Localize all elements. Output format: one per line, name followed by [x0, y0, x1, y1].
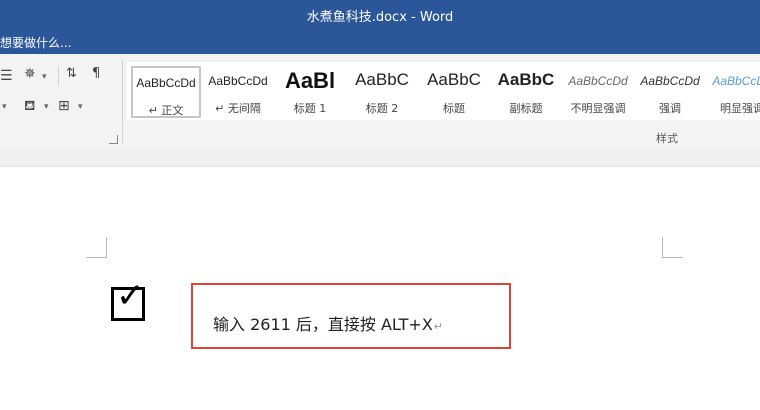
ribbon: ☰ ✵ ▾ ⇅ ¶ ▾ ⛾ ▾ ⊞ ▾ AaBbCcDd ↵ 正文 AaBbCcDd… — [0, 54, 760, 151]
style-item[interactable]: AaBl 标题 1 — [275, 66, 345, 118]
chevron-down-icon[interactable]: ▾ — [78, 102, 83, 112]
checkmark-icon: ✓ — [116, 276, 145, 316]
chinese-layout-icon[interactable]: ✵ — [24, 66, 36, 82]
borders-icon[interactable]: ⊞ — [58, 98, 70, 114]
document-page[interactable]: ✓ 输入 2611 后，直接按 ALT+X↵ — [0, 167, 760, 410]
show-marks-icon[interactable]: ¶ — [92, 66, 100, 81]
style-preview: AaBl — [284, 68, 336, 93]
style-preview: AaBbC — [497, 70, 555, 89]
styles-group-label: 样式 — [656, 132, 678, 145]
style-label: 标题 — [443, 102, 465, 115]
style-preview: AaBbCcDd — [712, 74, 760, 88]
annotation-text: 输入 2611 后，直接按 ALT+X↵ — [213, 311, 443, 335]
crop-mark-left — [86, 237, 107, 258]
style-preview: AaBbC — [355, 70, 409, 89]
style-item[interactable]: AaBbCcDd ↵ 无间隔 — [203, 66, 273, 118]
window-title: 水煮鱼科技.docx - Word — [306, 10, 454, 25]
style-label: ↵ 无间隔 — [215, 102, 261, 115]
style-preview: AaBbCcDd — [640, 74, 700, 88]
chevron-down-icon[interactable]: ▾ — [42, 72, 47, 82]
style-item[interactable]: AaBbCcDd 明显强调 — [707, 66, 760, 118]
style-label: 强调 — [659, 102, 681, 115]
divider — [58, 66, 59, 86]
tell-me-input[interactable]: 想要做什么... — [0, 34, 71, 51]
sort-icon[interactable]: ⇅ — [66, 66, 77, 81]
style-item[interactable]: AaBbCcDd 不明显强调 — [563, 66, 633, 118]
tell-me-bar: 想要做什么... — [0, 28, 760, 54]
style-label: 副标题 — [509, 102, 543, 115]
style-item[interactable]: AaBbCcDd ↵ 正文 — [131, 66, 201, 118]
style-preview: AaBbCcDd — [208, 74, 268, 88]
shading-icon[interactable]: ⛾ — [24, 98, 35, 116]
style-label: 标题 1 — [293, 102, 327, 115]
paragraph-mark-icon: ↵ — [433, 320, 443, 333]
styles-gallery: AaBbCcDd ↵ 正文 AaBbCcDd ↵ 无间隔 AaBl 标题 1 AaBbC 标题… — [127, 62, 760, 120]
checkbox-symbol: ✓ — [111, 279, 145, 321]
annotation-text-content: 输入 2611 后，直接按 ALT+X — [213, 315, 433, 334]
style-item[interactable]: AaBbC 标题 — [419, 66, 489, 118]
chevron-down-icon[interactable]: ▾ — [2, 102, 7, 112]
style-label: ↵ 正文 — [148, 104, 184, 117]
style-preview: AaBbCcDd — [136, 76, 196, 90]
chevron-down-icon[interactable]: ▾ — [44, 102, 49, 112]
style-item[interactable]: AaBbC 副标题 — [491, 66, 561, 118]
style-item[interactable]: AaBbC 标题 2 — [347, 66, 417, 118]
style-item[interactable]: AaBbCcDd 强调 — [635, 66, 705, 118]
style-preview: AaBbC — [427, 70, 481, 89]
title-bar: 水煮鱼科技.docx - Word — [0, 0, 760, 28]
dialog-launcher-icon[interactable] — [109, 135, 118, 144]
style-preview: AaBbCcDd — [568, 74, 628, 88]
style-label: 明显强调 — [720, 102, 760, 115]
ribbon-document-gap — [0, 150, 760, 167]
annotation-box: 输入 2611 后，直接按 ALT+X↵ — [191, 283, 511, 349]
style-label: 标题 2 — [365, 102, 399, 115]
style-label: 不明显强调 — [570, 102, 626, 115]
crop-mark-right — [662, 237, 683, 258]
list-icon[interactable]: ☰ — [0, 68, 13, 84]
group-divider — [122, 60, 123, 144]
